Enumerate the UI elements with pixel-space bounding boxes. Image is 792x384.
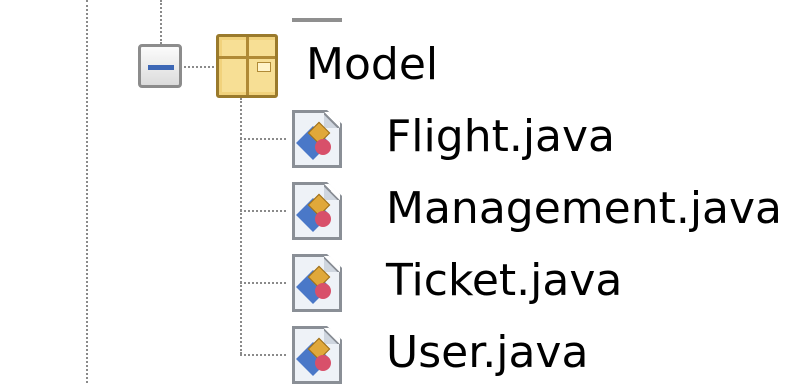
collapse-minus-icon[interactable] <box>138 44 182 88</box>
package-icon <box>216 34 278 98</box>
tree-node-label[interactable]: User.java <box>386 328 588 378</box>
tree-node-label[interactable]: Flight.java <box>386 112 615 162</box>
tree-guide-branch-file <box>240 138 286 140</box>
tree-node-label[interactable]: Model <box>306 40 438 90</box>
tree-guide-branch-file <box>240 354 286 356</box>
tree-guide-line-outer <box>86 0 88 383</box>
tree-guide-branch-folder <box>184 66 214 68</box>
partial-item-icon <box>292 0 342 22</box>
minus-glyph <box>148 65 174 70</box>
tree-guide-line-children <box>240 98 242 354</box>
tree-guide-branch-file <box>240 282 286 284</box>
java-file-icon <box>292 182 342 240</box>
java-file-icon <box>292 110 342 168</box>
tree-node-label[interactable]: Ticket.java <box>386 256 622 306</box>
java-file-icon <box>292 254 342 312</box>
tree-guide-branch-file <box>240 210 286 212</box>
tree-node-label[interactable]: Management.java <box>386 184 782 234</box>
java-file-icon <box>292 326 342 384</box>
tree-guide-line-parent <box>160 0 162 44</box>
